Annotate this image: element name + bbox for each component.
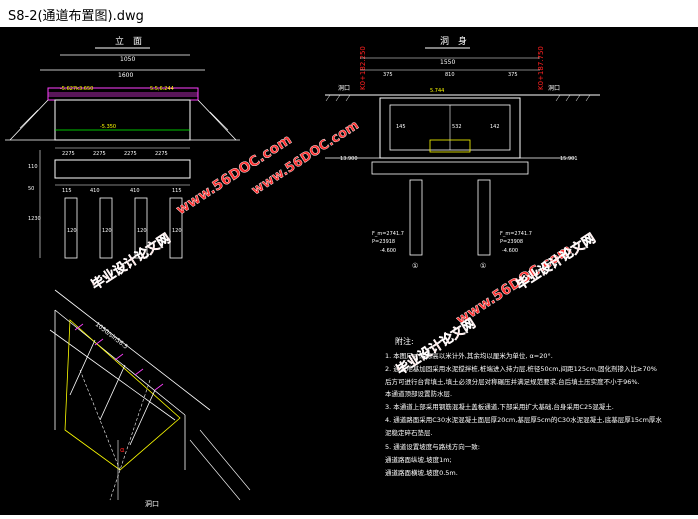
elevation-dim-lower-2: 2275 [93, 151, 106, 157]
note-line-9: 通道路面纵坡,坡度1m; [385, 455, 452, 464]
section-pile-lvl-left-2: P=23918 [372, 239, 395, 245]
section-dim-label-1: 145 [396, 124, 406, 130]
note-line-10: 通道路面横坡,坡度0.5m. [385, 468, 458, 477]
elevation-level-left: -5.627k3.650 [60, 86, 93, 92]
section-circle-label-1: ① [412, 262, 418, 270]
section-stake-right: K0+187.750 [537, 46, 545, 90]
section-dim-top-1: 375 [383, 72, 393, 78]
section-dim-total: 1550 [440, 59, 455, 66]
note-line-8: 5. 通道设置坡度与路线方向一致: [385, 442, 480, 451]
plan-angle-label: α [120, 446, 125, 454]
elevation-dim-footing-3: 410 [130, 188, 140, 194]
elevation-pile-label-2: 120 [102, 228, 112, 234]
section-level-left: 13.900 [340, 156, 358, 162]
elevation-side-dim-3: 1230 [28, 216, 41, 222]
section-stake-left: K0+182.250 [359, 46, 367, 90]
section-label-right: 洞口 [548, 84, 560, 92]
elevation-level-bottom: -5.350 [100, 124, 116, 130]
elevation-side-dim-2: 50 [28, 186, 34, 192]
section-view: 洞 身 K0+182.250 K0+187.750 1550 375 810 3… [325, 35, 600, 270]
note-line-5: 3. 本通道上部采用钢筋混凝土盖板通道,下部采用扩大基础,台身采用C25混凝土. [385, 402, 614, 411]
section-label-left: 洞口 [338, 84, 350, 92]
elevation-dim-footing-2: 410 [90, 188, 100, 194]
section-dim-top-2: 810 [445, 72, 455, 78]
elevation-side-dim-1: 110 [28, 164, 38, 170]
elevation-title: 立 面 [115, 35, 142, 47]
plan-view: 1050/sin56.5 α 洞口 [49, 289, 251, 508]
elevation-dim-footing-1: 115 [62, 188, 72, 194]
elevation-dim-total: 1050 [120, 56, 135, 63]
elevation-dim-lower-3: 2275 [124, 151, 137, 157]
section-pile-lvl-right-1: F_m=2741.7 [500, 231, 532, 237]
elevation-dim-footing-4: 115 [172, 188, 182, 194]
note-line-4: 本通道顶部设置防水层. [385, 389, 452, 398]
section-dim-label-2: 532 [452, 124, 462, 130]
section-pile-lvl-left-3: -4.600 [380, 248, 396, 254]
section-dim-label-3: 142 [490, 124, 500, 130]
watermark-cn-3: 毕业设计论文网 [513, 230, 598, 293]
elevation-level-right: 5.5,6.244 [150, 86, 174, 92]
section-pile-lvl-right-3: -4.600 [502, 248, 518, 254]
section-level-right: 15.901 [560, 156, 578, 162]
section-dim-top-3: 375 [508, 72, 518, 78]
section-pile-lvl-right-2: P=23908 [500, 239, 523, 245]
note-line-7: 泥稳定碎石垫层. [385, 428, 433, 437]
elevation-dim-lower-1: 2275 [62, 151, 75, 157]
section-title: 洞 身 [440, 35, 467, 47]
elevation-pile-label-3: 120 [137, 228, 147, 234]
section-road-level: 5.744 [430, 88, 444, 94]
note-line-2: 2. 通道地基加固采用水泥搅拌桩,桩端进入持力层,桩径50cm,间距125cm,… [385, 364, 657, 373]
window-title: S8-2(通道布置图).dwg [8, 9, 144, 24]
plan-entry-label: 洞口 [145, 499, 159, 508]
watermark-cn-1: 毕业设计论文网 [88, 230, 173, 293]
note-line-6: 4. 通道路面采用C30水泥混凝土面层厚20cm,基层厚5cm的C30水泥混凝土… [385, 415, 662, 424]
elevation-pile-label-4: 120 [172, 228, 182, 234]
note-line-3: 后方可进行台背填土,填土必须分层对称碾压并满足规范要求,台后填土压实度不小于96… [385, 377, 640, 386]
section-circle-label-2: ① [480, 262, 486, 270]
elevation-dim-lower-4: 2275 [155, 151, 168, 157]
notes-title: 附注: [395, 336, 414, 346]
section-pile-lvl-left-1: F_m=2741.7 [372, 231, 404, 237]
elevation-dim-top: 1600 [118, 72, 133, 79]
elevation-pile-label-1: 120 [67, 228, 77, 234]
drawing-canvas[interactable]: 立 面 1050 1600 -5.627k3.650 5.5,6.244 -5.… [0, 27, 698, 515]
title-bar: S8-2(通道布置图).dwg [0, 0, 698, 27]
elevation-view: 立 面 1050 1600 -5.627k3.650 5.5,6.244 -5.… [5, 35, 240, 259]
